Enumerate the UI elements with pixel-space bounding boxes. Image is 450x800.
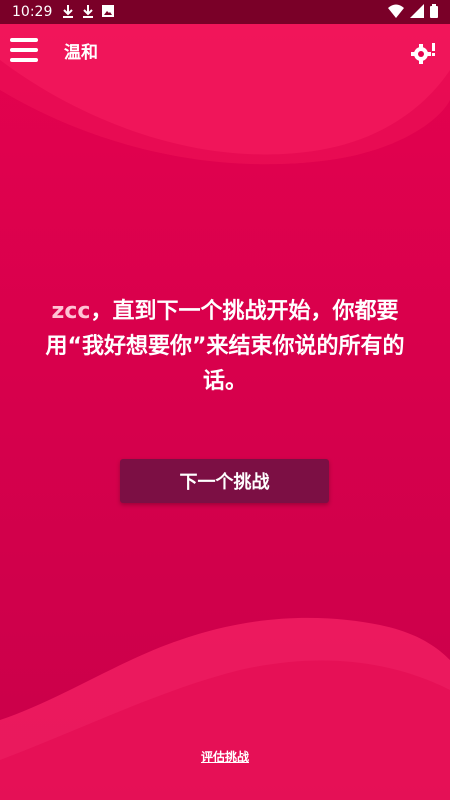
- next-challenge-button[interactable]: 下一个挑战: [120, 459, 329, 503]
- app-title: 温和: [64, 43, 98, 63]
- download-icon: [83, 5, 93, 18]
- background-waves: [0, 24, 450, 800]
- hamburger-menu-icon[interactable]: [10, 38, 38, 62]
- signal-icon: [410, 4, 424, 18]
- next-challenge-label: 下一个挑战: [179, 472, 270, 493]
- settings-alert-icon[interactable]: [410, 40, 436, 66]
- download-icon: [63, 5, 73, 18]
- rate-challenge-link[interactable]: 评估挑战: [0, 748, 450, 765]
- rate-challenge-label: 评估挑战: [200, 750, 249, 764]
- image-icon: [102, 5, 114, 17]
- wifi-icon: [388, 4, 404, 18]
- app-bar: 温和: [0, 24, 450, 80]
- status-right-icons: [388, 4, 438, 18]
- player-name: zcc: [51, 299, 91, 324]
- battery-icon: [430, 4, 438, 18]
- status-bar: 10:29: [0, 0, 450, 24]
- screen: 10:29 温和 zcc，直到下一个挑战开始，你都要用“我好想要你”来结束你说的…: [0, 0, 450, 800]
- status-left-icons: [62, 4, 114, 18]
- status-time: 10:29: [12, 4, 53, 20]
- challenge-text: ，直到下一个挑战开始，你都要用“我好想要你”来结束你说的所有的话。: [45, 299, 405, 394]
- challenge-message: zcc，直到下一个挑战开始，你都要用“我好想要你”来结束你说的所有的话。: [30, 294, 420, 399]
